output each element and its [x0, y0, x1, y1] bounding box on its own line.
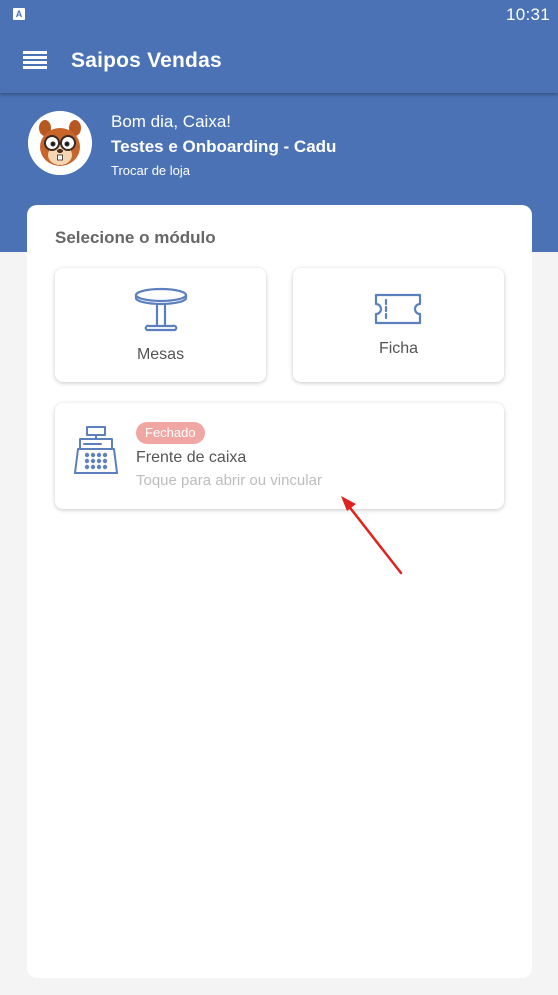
status-time: 10:31 — [505, 5, 550, 24]
module-selection-card: Selecione o módulo Mesas Ficha Fechado F… — [27, 205, 532, 978]
module-frente-de-caixa-button[interactable]: Fechado Frente de caixa Toque para abrir… — [55, 403, 504, 509]
status-badge-fechado: Fechado — [136, 422, 205, 444]
module-ficha-button[interactable]: Ficha — [293, 268, 504, 382]
squirrel-avatar-icon — [28, 111, 92, 175]
frente-de-caixa-hint: Toque para abrir ou vincular — [136, 472, 322, 489]
cash-register-icon — [73, 425, 119, 482]
app-bar: Saipos Vendas — [0, 30, 558, 93]
annotation-arrow-icon — [341, 496, 403, 575]
mesas-label: Mesas — [136, 346, 185, 363]
ticket-icon — [373, 292, 423, 331]
menu-icon[interactable] — [23, 51, 47, 71]
greeting-text: Bom dia, Caixa! — [111, 112, 231, 131]
ficha-label: Ficha — [378, 340, 419, 357]
module-mesas-button[interactable]: Mesas — [55, 268, 266, 382]
store-name: Testes e Onboarding - Cadu — [111, 137, 337, 156]
notification-a-icon: A — [13, 8, 25, 20]
frente-de-caixa-title: Frente de caixa — [136, 449, 247, 466]
app-title: Saipos Vendas — [71, 49, 222, 72]
status-bar: A 10:31 — [0, 0, 558, 30]
table-icon — [133, 286, 189, 339]
change-store-link[interactable]: Trocar de loja — [111, 163, 190, 178]
section-title: Selecione o módulo — [55, 228, 216, 247]
